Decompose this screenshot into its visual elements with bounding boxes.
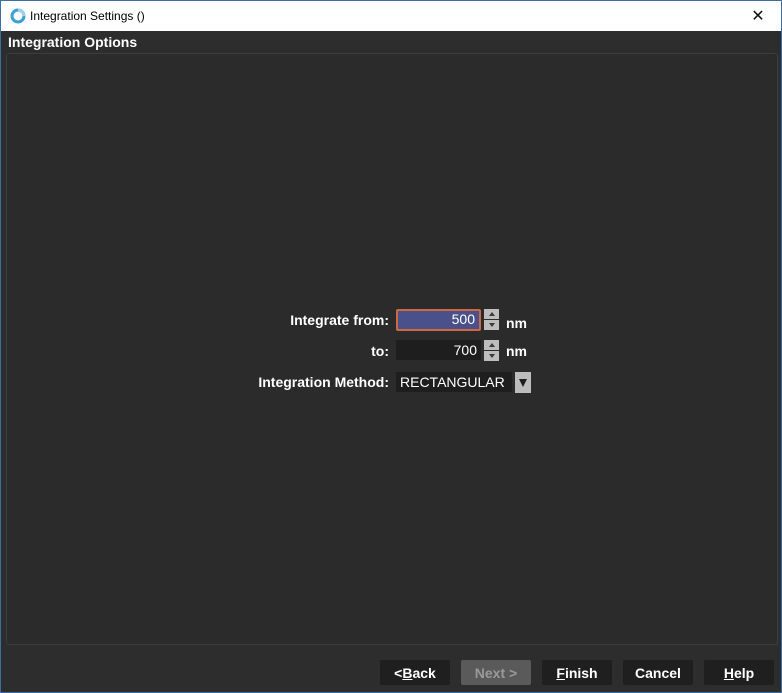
integration-method-dropdown-button[interactable] — [515, 372, 531, 393]
close-button[interactable]: ✕ — [735, 1, 781, 31]
arrow-down-icon — [488, 323, 495, 327]
app-logo-icon — [10, 8, 26, 24]
title-bar: Integration Settings () ✕ — [1, 1, 781, 31]
finish-button-mnemonic: F — [556, 664, 565, 681]
spin-down-button[interactable] — [484, 351, 499, 361]
help-button-label: elp — [733, 664, 755, 681]
from-unit-label: nm — [506, 315, 527, 331]
back-button[interactable]: < Back — [380, 660, 450, 685]
next-button[interactable]: Next > — [461, 660, 531, 685]
integrate-to-spinner[interactable] — [484, 340, 499, 361]
integrate-from-spinner[interactable] — [484, 309, 499, 330]
spin-down-button[interactable] — [484, 320, 499, 330]
close-icon: ✕ — [751, 8, 765, 25]
finish-button-label: inish — [564, 664, 598, 681]
finish-button[interactable]: Finish — [542, 660, 612, 685]
section-title: Integration Options — [8, 34, 138, 50]
to-unit-label: nm — [506, 343, 527, 359]
back-button-prefix: < — [394, 664, 403, 681]
spin-up-button[interactable] — [484, 340, 499, 350]
integration-method-select[interactable]: RECTANGULAR — [396, 372, 512, 392]
integrate-to-label: to: — [371, 343, 389, 359]
back-button-label: ack — [412, 664, 436, 681]
options-panel — [6, 53, 778, 645]
back-button-mnemonic: B — [402, 664, 413, 681]
integration-method-label: Integration Method: — [258, 374, 389, 390]
dialog-window: Integration Settings () ✕ Integration Op… — [0, 0, 782, 693]
help-button[interactable]: Help — [704, 660, 774, 685]
integrate-to-input[interactable]: 700 — [396, 340, 481, 360]
arrow-up-icon — [488, 312, 495, 316]
integrate-from-input[interactable]: 500 — [396, 309, 481, 331]
cancel-button[interactable]: Cancel — [623, 660, 693, 685]
help-button-mnemonic: H — [723, 664, 734, 681]
arrow-down-icon — [488, 354, 495, 358]
window-title: Integration Settings () — [30, 9, 145, 23]
arrow-up-icon — [488, 343, 495, 347]
spin-up-button[interactable] — [484, 309, 499, 319]
chevron-down-icon — [519, 378, 527, 387]
integrate-from-label: Integrate from: — [290, 312, 389, 328]
